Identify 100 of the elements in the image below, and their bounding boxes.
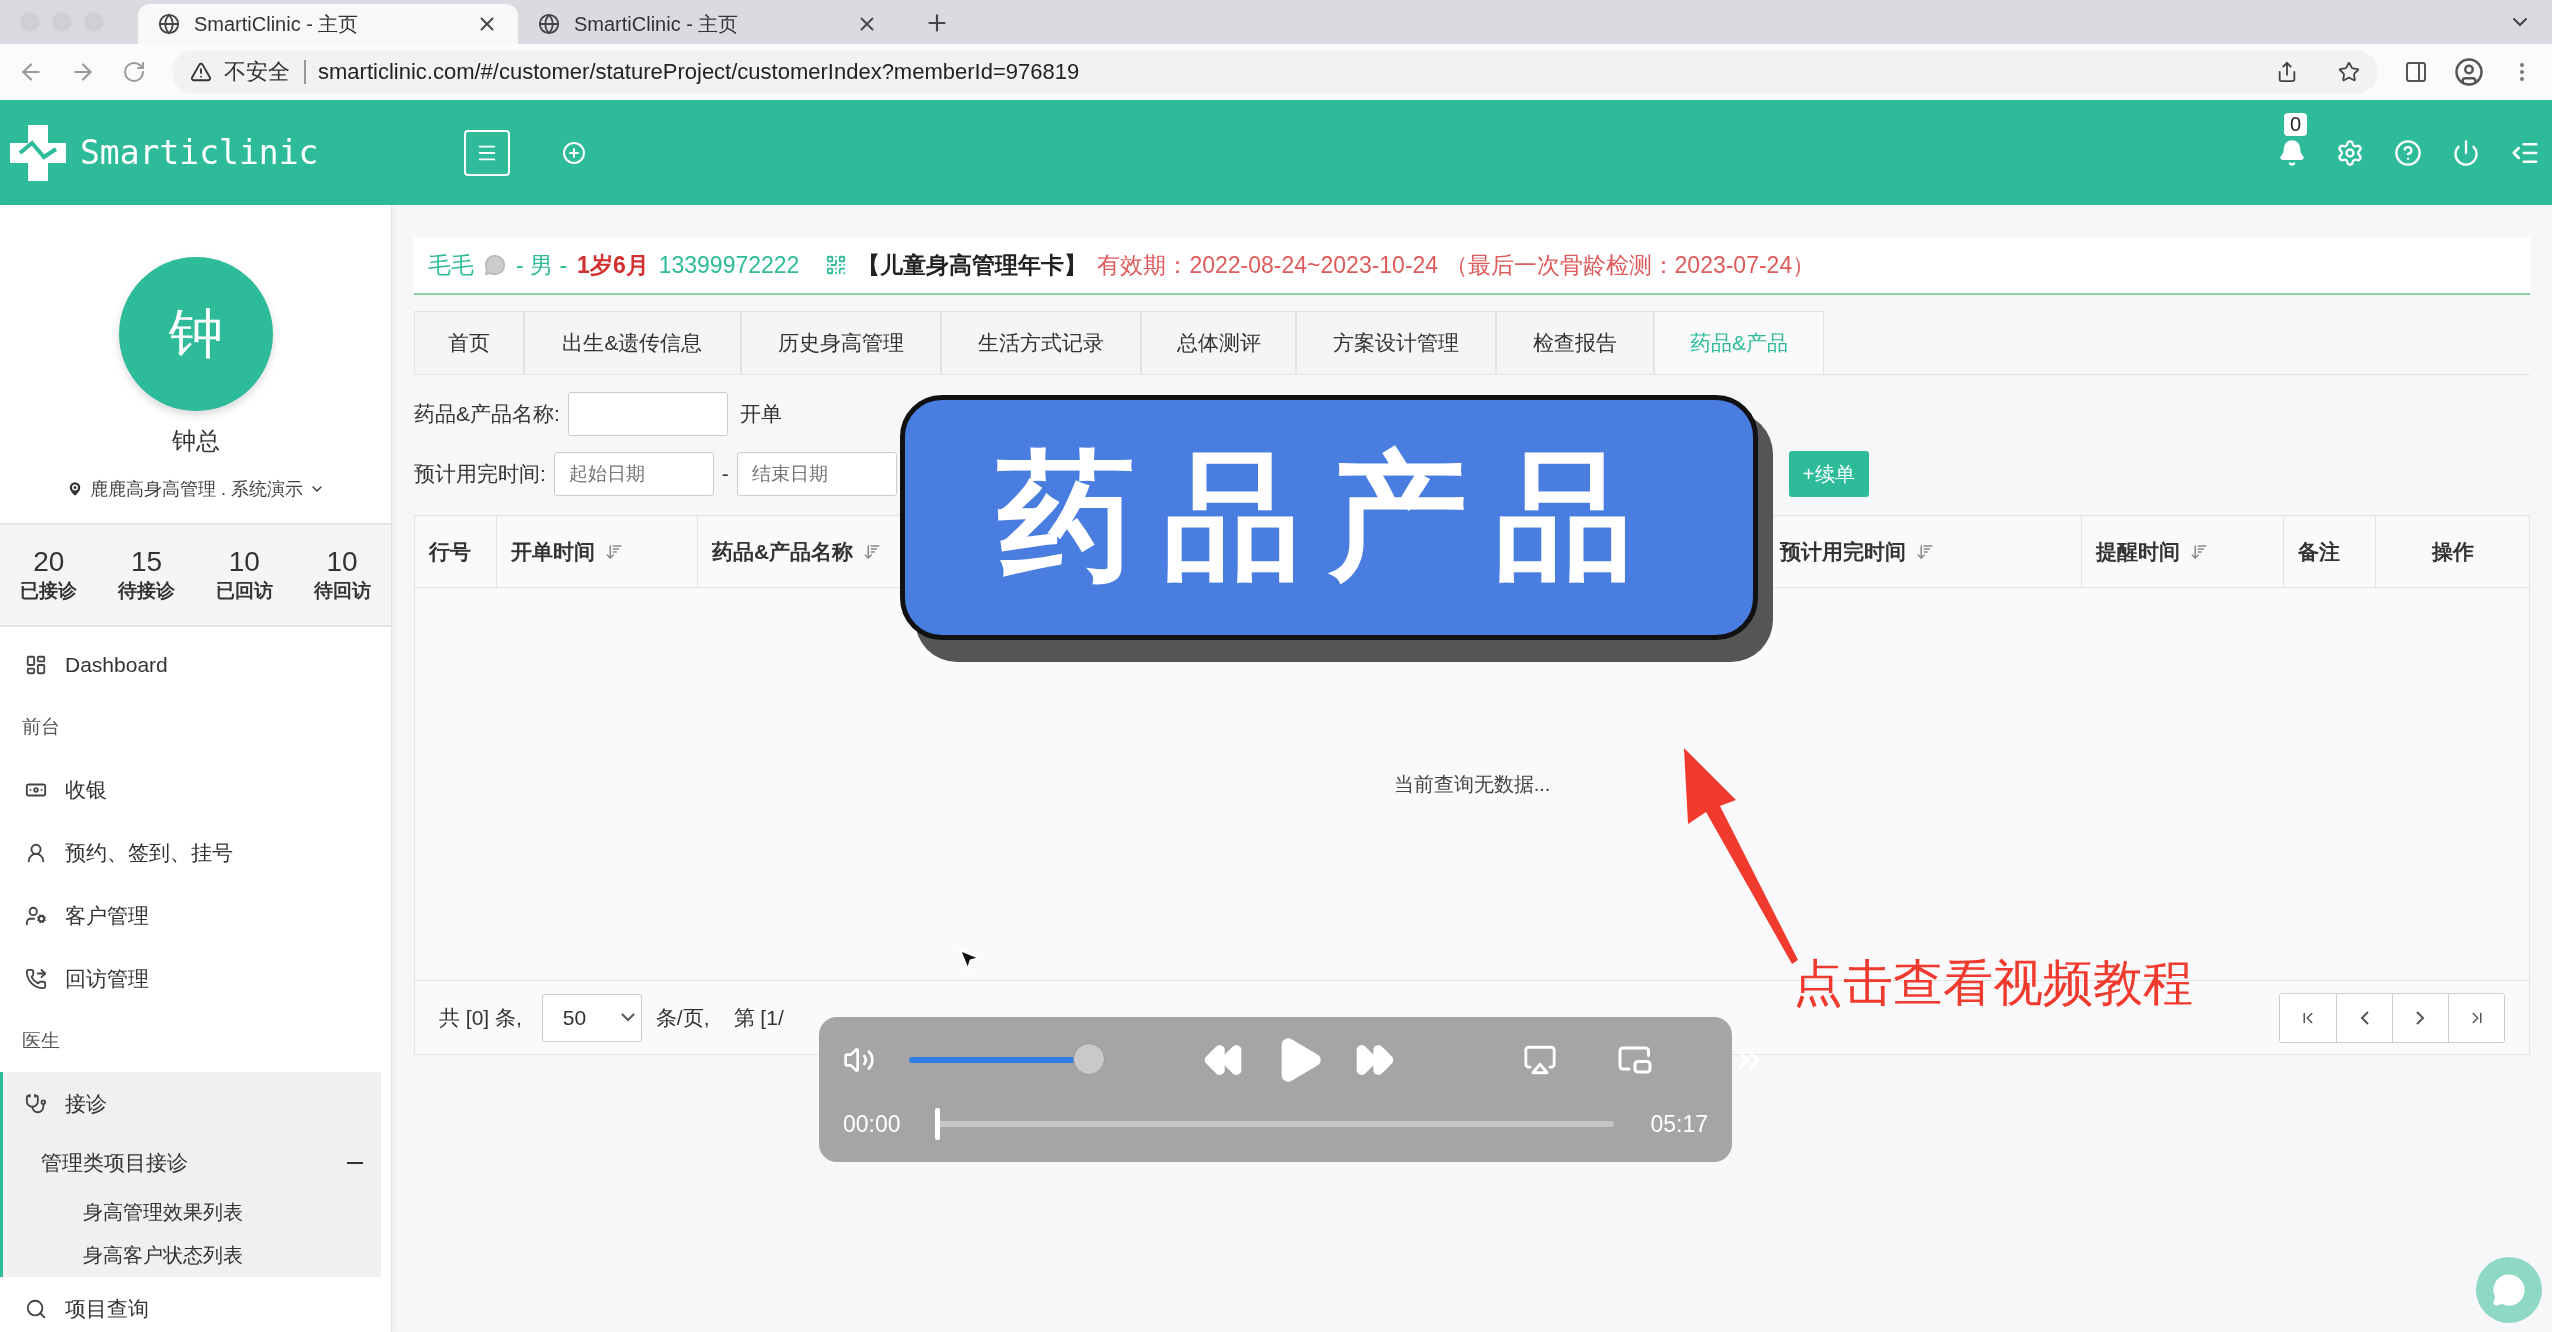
map-pin-icon: [66, 480, 84, 498]
stat-value: 20: [33, 546, 65, 578]
chevron-left-icon: [2360, 1010, 2369, 1025]
star-icon[interactable]: [2338, 61, 2360, 83]
location-selector[interactable]: 鹿鹿高身高管理 . 系统演示: [90, 477, 303, 501]
tab-title: SmartiClinic - 主页: [194, 11, 360, 37]
progress-thumb[interactable]: [934, 1108, 940, 1140]
browser-tab[interactable]: SmartiClinic - 主页: [518, 4, 898, 44]
airplay-icon[interactable]: [1523, 1043, 1557, 1077]
column-header[interactable]: 预计用完时间: [1780, 537, 1934, 566]
tab[interactable]: 总体测评: [1141, 311, 1296, 374]
stat-label: 已回访: [215, 579, 273, 603]
settings-icon[interactable]: [2336, 138, 2364, 167]
menu-item[interactable]: Dashboard: [0, 633, 381, 696]
url-text: smarticlinic.com/#/customer/statureProject/customerIndex?memberId=976819: [318, 59, 1080, 85]
sort-icon[interactable]: [1916, 542, 1934, 561]
stat-value: 10: [228, 546, 260, 578]
field-label: 药品&产品名称:: [414, 401, 560, 427]
elapsed-time: 00:00: [843, 1110, 901, 1138]
start-date-field[interactable]: 起始日期: [553, 452, 714, 496]
menu-item-label[interactable]: Dashboard: [65, 652, 168, 677]
search-icon: [25, 1297, 47, 1320]
logo-icon: [8, 122, 68, 183]
chevron-right-icon: [2416, 1010, 2425, 1025]
submenu-item[interactable]: 管理类项目接诊: [3, 1135, 381, 1191]
menu-item-selected[interactable]: 接诊 管理类项目接诊 身高管理效果列表 身高客户状态列表: [0, 1072, 381, 1277]
column-header: 备注: [2298, 538, 2340, 565]
user-name: 钟总: [171, 426, 220, 456]
volume-thumb[interactable]: [1073, 1043, 1105, 1075]
menu-item-label[interactable]: 接诊: [65, 1089, 107, 1118]
sort-icon[interactable]: [863, 542, 882, 561]
patient-phone: 13399972222: [658, 251, 800, 279]
tab[interactable]: 方案设计管理: [1296, 311, 1496, 374]
field-label: 开单: [739, 401, 782, 427]
stethoscope-icon: [25, 1092, 47, 1115]
tab[interactable]: 出生&遗传信息: [524, 311, 741, 374]
menu-button[interactable]: [464, 129, 510, 176]
menu-item[interactable]: 收银: [0, 758, 381, 821]
globe-icon: [538, 13, 560, 35]
add-icon[interactable]: [562, 140, 586, 165]
menu-item[interactable]: 客户管理: [0, 884, 381, 947]
sort-icon[interactable]: [605, 542, 623, 561]
user-settings-icon: [25, 904, 47, 927]
stat-label: 待接诊: [118, 579, 176, 603]
side-panel-icon[interactable]: [2404, 60, 2428, 84]
avatar: 钟: [118, 257, 273, 411]
help-icon[interactable]: [2394, 138, 2422, 167]
menu-item-label[interactable]: 收银: [65, 775, 107, 804]
reload-icon[interactable]: [122, 60, 146, 84]
browser-tab[interactable]: SmartiClinic - 主页: [138, 4, 518, 44]
submenu-link[interactable]: 身高管理效果列表: [3, 1191, 381, 1234]
qr-code-icon: [825, 254, 848, 276]
stat-value: 15: [131, 546, 163, 578]
field-label: 预计用完时间:: [414, 461, 546, 487]
column-header[interactable]: 提醒时间: [2096, 537, 2208, 566]
menu-item-label[interactable]: 预约、签到、挂号: [65, 838, 233, 867]
menu-item[interactable]: 项目查询: [0, 1277, 381, 1332]
column-header: 操作: [2431, 538, 2474, 565]
warning-icon: [190, 61, 212, 83]
chevron-down-icon: [620, 1013, 635, 1022]
tab[interactable]: 检查报告: [1496, 311, 1654, 374]
dashboard-icon: [25, 653, 47, 676]
menu-item-label[interactable]: 项目查询: [65, 1294, 149, 1323]
page-indicator: 第 [1/: [733, 1004, 784, 1031]
duration-time: 05:17: [1650, 1110, 1708, 1138]
menu-item[interactable]: 回访管理: [0, 947, 381, 1010]
tab[interactable]: 首页: [414, 311, 524, 374]
patient-gender: - 男 -: [516, 250, 568, 280]
tutorial-hint: 点击查看视频教程: [1793, 954, 2193, 1013]
security-label: 不安全: [224, 60, 306, 84]
tab[interactable]: 生活方式记录: [941, 311, 1141, 374]
column-header: 行号: [429, 538, 471, 565]
logo-text: Smarticlinic: [80, 133, 320, 172]
power-icon[interactable]: [2452, 138, 2480, 167]
menu-item-label[interactable]: 客户管理: [65, 901, 149, 930]
menu-item[interactable]: 预约、签到、挂号: [0, 821, 381, 884]
sort-icon[interactable]: [2190, 542, 2208, 561]
share-icon[interactable]: [2276, 61, 2298, 83]
product-name-field[interactable]: [567, 392, 728, 436]
phone-icon: [25, 967, 47, 990]
notification-count: 0: [2284, 112, 2308, 136]
end-date-field[interactable]: 结束日期: [736, 452, 897, 496]
address-bar[interactable]: 不安全 smarticlinic.com/#/customer/statureProject/customerIndex?memberId=976819: [172, 50, 2378, 94]
menu-item-label[interactable]: 回访管理: [65, 964, 149, 993]
card-name-label: 【儿童身高管理年卡】: [857, 250, 1088, 280]
tab[interactable]: 历史身高管理: [741, 311, 941, 374]
tab-title: SmartiClinic - 主页: [574, 11, 740, 37]
last-page-button[interactable]: [2448, 993, 2504, 1042]
total-count: 共 [0] 条,: [439, 1004, 522, 1031]
profile-icon[interactable]: [2454, 57, 2484, 87]
stat-label: 已接诊: [20, 579, 78, 603]
stat-label: 待回访: [313, 579, 371, 603]
page-size-select[interactable]: 50: [541, 993, 642, 1042]
globe-icon: [158, 13, 180, 35]
column-header[interactable]: 开单时间: [511, 537, 623, 566]
empty-message: 当前查询无数据...: [1393, 771, 1551, 797]
submenu-link[interactable]: 身高客户状态列表: [3, 1234, 381, 1277]
menu-section-label: 医生: [21, 1029, 61, 1053]
column-header[interactable]: 药品&产品名称: [712, 537, 882, 566]
validity-text: 有效期：2022-08-24~2023-10-24 （最后一次骨龄检测：2023-07-24）: [1097, 250, 1816, 280]
